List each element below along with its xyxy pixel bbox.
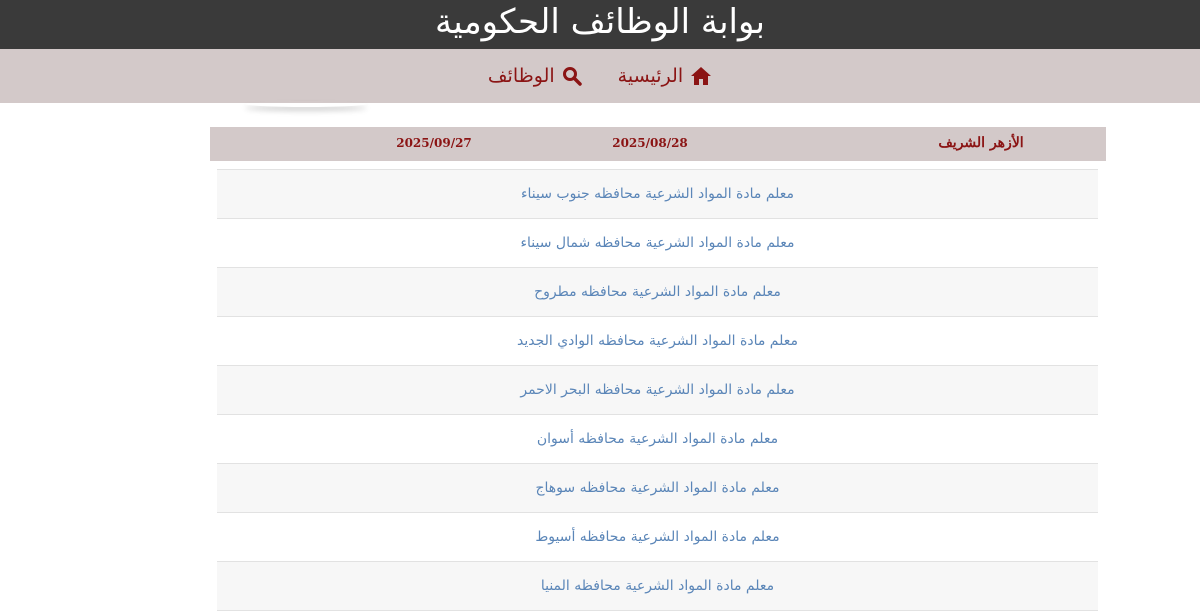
job-row: معلم مادة المواد الشرعية محافظه المنيا: [217, 562, 1098, 611]
job-link[interactable]: معلم مادة المواد الشرعية محافظه مطروح: [534, 284, 781, 300]
job-link[interactable]: معلم مادة المواد الشرعية محافظه جنوب سين…: [521, 186, 794, 202]
job-link[interactable]: معلم مادة المواد الشرعية محافظه الوادي ا…: [517, 333, 798, 349]
job-link[interactable]: معلم مادة المواد الشرعية محافظه أسوان: [537, 431, 778, 447]
job-row: معلم مادة المواد الشرعية محافظه سوهاج: [217, 464, 1098, 513]
jobs-list: معلم مادة المواد الشرعية محافظه جنوب سين…: [217, 169, 1098, 611]
job-info-row: الأزهر الشريف 2025/08/28 2025/09/27: [210, 127, 1106, 161]
job-row: معلم مادة المواد الشرعية محافظه الوادي ا…: [217, 317, 1098, 366]
decorative-shadow: [245, 101, 367, 107]
nav-jobs[interactable]: الوظائف: [488, 65, 582, 87]
nav-home[interactable]: الرئيسية: [618, 65, 712, 87]
nav-jobs-label: الوظائف: [487, 65, 555, 87]
start-date: 2025/08/28: [612, 136, 688, 150]
job-row: معلم مادة المواد الشرعية محافظه أسيوط: [217, 513, 1098, 562]
site-header: بوابة الوظائف الحكومية: [0, 0, 1200, 49]
organization-name: الأزهر الشريف: [938, 135, 1024, 151]
end-date: 2025/09/27: [396, 136, 472, 150]
site-title[interactable]: بوابة الوظائف الحكومية: [435, 0, 765, 44]
job-row: معلم مادة المواد الشرعية محافظه البحر ال…: [217, 366, 1098, 415]
job-link[interactable]: معلم مادة المواد الشرعية محافظه البحر ال…: [520, 382, 794, 398]
job-link[interactable]: معلم مادة المواد الشرعية محافظه المنيا: [541, 578, 774, 594]
job-row: معلم مادة المواد الشرعية محافظه جنوب سين…: [217, 170, 1098, 219]
main-nav: الرئيسية الوظائف: [0, 49, 1200, 103]
search-icon: [562, 67, 582, 86]
job-row: معلم مادة المواد الشرعية محافظه مطروح: [217, 268, 1098, 317]
job-link[interactable]: معلم مادة المواد الشرعية محافظه أسيوط: [535, 529, 779, 545]
nav-home-label: الرئيسية: [617, 65, 684, 87]
job-link[interactable]: معلم مادة المواد الشرعية محافظه شمال سين…: [520, 235, 794, 251]
home-icon: [691, 67, 712, 85]
job-row: معلم مادة المواد الشرعية محافظه أسوان: [217, 415, 1098, 464]
job-link[interactable]: معلم مادة المواد الشرعية محافظه سوهاج: [536, 480, 780, 496]
job-row: معلم مادة المواد الشرعية محافظه شمال سين…: [217, 219, 1098, 268]
